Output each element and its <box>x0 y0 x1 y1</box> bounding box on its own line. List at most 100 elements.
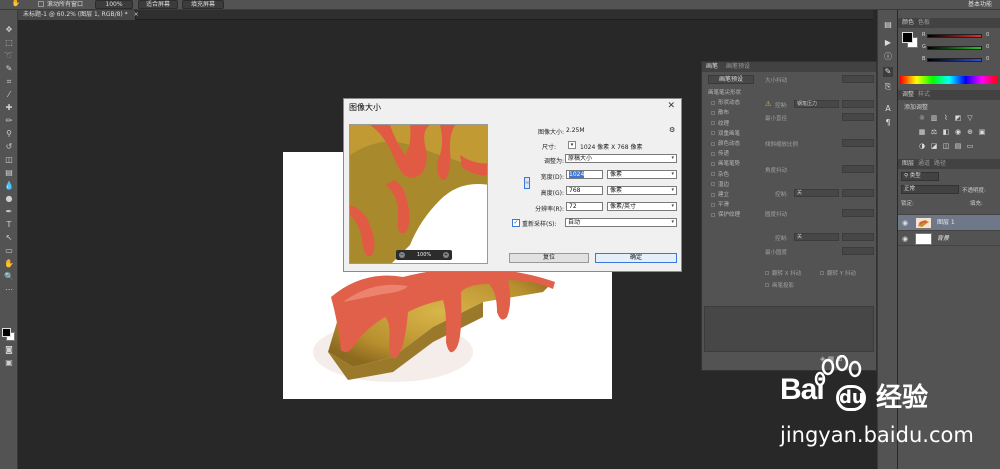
brush-option-item[interactable]: 传递 <box>711 149 729 157</box>
hand-tool-icon[interactable]: ✋ <box>3 258 15 269</box>
control2-select[interactable]: 关 <box>794 189 839 197</box>
layer-row-layer1[interactable]: ◉ 图层 1 <box>898 214 1000 230</box>
gradient-map-icon[interactable]: ▭ <box>966 142 974 150</box>
tab-color[interactable]: 颜色 <box>902 19 914 26</box>
photo-filter-icon[interactable]: ◉ <box>954 128 962 136</box>
checkbox-icon[interactable] <box>711 110 715 115</box>
exposure-icon[interactable]: ◩ <box>954 114 962 122</box>
tab-swatches[interactable]: 色板 <box>918 19 930 26</box>
checkbox-icon[interactable] <box>711 131 715 136</box>
checkbox-icon[interactable] <box>711 182 715 187</box>
paragraph-icon[interactable]: ¶ <box>883 118 893 128</box>
zoom-tool-icon[interactable]: 🔍 <box>3 271 15 282</box>
bw-icon[interactable]: ◧ <box>942 128 950 136</box>
flip-x-option[interactable]: 翻转 X 抖动 <box>765 269 801 277</box>
levels-icon[interactable]: ▥ <box>930 114 938 122</box>
shape-tool-icon[interactable]: ▭ <box>3 245 15 256</box>
control-select[interactable]: 钢笔压力 <box>794 100 839 108</box>
brush-option-item[interactable]: 平滑 <box>711 200 729 208</box>
control-field[interactable] <box>842 100 874 108</box>
balance-icon[interactable]: ⚖ <box>930 128 938 136</box>
checkbox-icon[interactable] <box>711 172 715 177</box>
resample-select[interactable]: 自动 ▾ <box>565 218 677 227</box>
fit-screen-button[interactable]: 适合屏幕 <box>138 0 178 9</box>
screen-mode-icon[interactable]: ▣ <box>3 357 15 368</box>
control3-field[interactable] <box>842 233 874 241</box>
zoom-out-icon[interactable]: − <box>399 252 405 258</box>
channel-value[interactable]: 0 <box>986 32 989 38</box>
brush-option-item[interactable]: 散布 <box>711 108 729 116</box>
width-unit-select[interactable]: 像素 ▾ <box>607 170 677 179</box>
height-input[interactable]: 768 <box>566 186 603 195</box>
brush-option-item[interactable]: 杂色 <box>711 170 729 178</box>
tilt-scale-field[interactable] <box>842 139 874 147</box>
control3-select[interactable]: 关 <box>794 233 839 241</box>
dodge-tool-icon[interactable]: ● <box>3 193 15 204</box>
brush-option-item[interactable]: 颜色动态 <box>711 139 740 147</box>
brush-option-item[interactable]: 双重画笔 <box>711 129 740 137</box>
size-jitter-field[interactable] <box>842 75 874 83</box>
tab-styles[interactable]: 样式 <box>918 91 930 98</box>
image-preview[interactable]: − 100% + <box>349 124 488 264</box>
character-icon[interactable]: A <box>883 104 893 114</box>
reset-button[interactable]: 复位 <box>509 253 589 263</box>
angle-jitter-field[interactable] <box>842 165 874 173</box>
dimensions-dropdown-icon[interactable]: ▾ <box>568 141 576 149</box>
gear-icon[interactable]: ⚙ <box>669 126 675 134</box>
control2-field[interactable] <box>842 189 874 197</box>
brush-projection-option[interactable]: 画笔投影 <box>765 281 794 289</box>
crop-tool-icon[interactable]: ⌗ <box>3 76 15 87</box>
roundness-jitter-field[interactable] <box>842 209 874 217</box>
layer-row-background[interactable]: ◉ 背景 <box>898 230 1000 246</box>
foreground-color-swatch[interactable] <box>2 328 11 337</box>
clone-source-icon[interactable]: ⎘ <box>883 82 893 92</box>
flip-y-option[interactable]: 翻转 Y 抖动 <box>820 269 856 277</box>
fit-to-select[interactable]: 原稿大小 ▾ <box>565 154 677 163</box>
fg-color-chip[interactable] <box>902 32 913 43</box>
curves-icon[interactable]: ⌇ <box>942 114 950 122</box>
extra-tools-icon[interactable]: ⋯ <box>3 284 15 295</box>
lasso-tool-icon[interactable]: ➰ <box>3 50 15 61</box>
clone-stamp-tool-icon[interactable]: ⚲ <box>3 128 15 139</box>
checkbox-icon[interactable] <box>711 151 715 156</box>
workspace-switcher[interactable]: 基本功能 <box>968 0 992 9</box>
channel-slider[interactable] <box>927 46 982 50</box>
tab-layers[interactable]: 图层 <box>902 160 914 167</box>
zoom-100-button[interactable]: 100% <box>95 0 133 9</box>
resolution-unit-select[interactable]: 像素/英寸 ▾ <box>607 202 677 211</box>
channel-value[interactable]: 0 <box>986 44 989 50</box>
vibrance-icon[interactable]: ▽ <box>966 114 974 122</box>
brush-option-item[interactable]: 画笔笔势 <box>711 159 740 167</box>
min-diameter-field[interactable] <box>842 113 874 121</box>
marquee-tool-icon[interactable]: ⬚ <box>3 37 15 48</box>
document-tab[interactable]: 未标题-1 @ 60.2% (图层 1, RGB/8) * × <box>18 10 139 20</box>
zoom-in-icon[interactable]: + <box>443 252 449 258</box>
checkbox-icon[interactable] <box>711 161 715 166</box>
checkbox-icon[interactable] <box>711 121 715 126</box>
channel-slider[interactable] <box>927 58 982 62</box>
channel-slider[interactable] <box>927 34 982 38</box>
brush-option-item[interactable]: 画笔笔尖形状 <box>708 88 741 96</box>
eyedropper-tool-icon[interactable]: ⁄ <box>3 89 15 100</box>
brush-tool-icon[interactable]: ✏ <box>3 115 15 126</box>
posterize-icon[interactable]: ◪ <box>930 142 938 150</box>
selective-color-icon[interactable]: ▤ <box>954 142 962 150</box>
info-icon[interactable]: ⓘ <box>883 52 893 62</box>
checkbox-icon[interactable] <box>711 141 715 146</box>
checkbox-icon[interactable] <box>711 202 715 207</box>
brush-presets-button[interactable]: 画笔预设 <box>708 75 754 84</box>
close-icon[interactable]: ✕ <box>667 101 675 111</box>
invert-icon[interactable]: ◑ <box>918 142 926 150</box>
quick-select-tool-icon[interactable]: ✎ <box>3 63 15 74</box>
gradient-tool-icon[interactable]: ▤ <box>3 167 15 178</box>
brush-option-item[interactable]: 建立 <box>711 190 729 198</box>
move-tool-icon[interactable]: ✥ <box>3 24 15 35</box>
min-roundness-field[interactable] <box>842 247 874 255</box>
history-icon[interactable]: ▤ <box>883 20 893 30</box>
checkbox-icon[interactable] <box>711 192 715 197</box>
tab-paths[interactable]: 路径 <box>934 160 946 167</box>
brush-option-item[interactable]: 保护纹理 <box>711 210 740 218</box>
height-unit-select[interactable]: 像素 ▾ <box>607 186 677 195</box>
eraser-tool-icon[interactable]: ◫ <box>3 154 15 165</box>
type-tool-icon[interactable]: T <box>3 219 15 230</box>
